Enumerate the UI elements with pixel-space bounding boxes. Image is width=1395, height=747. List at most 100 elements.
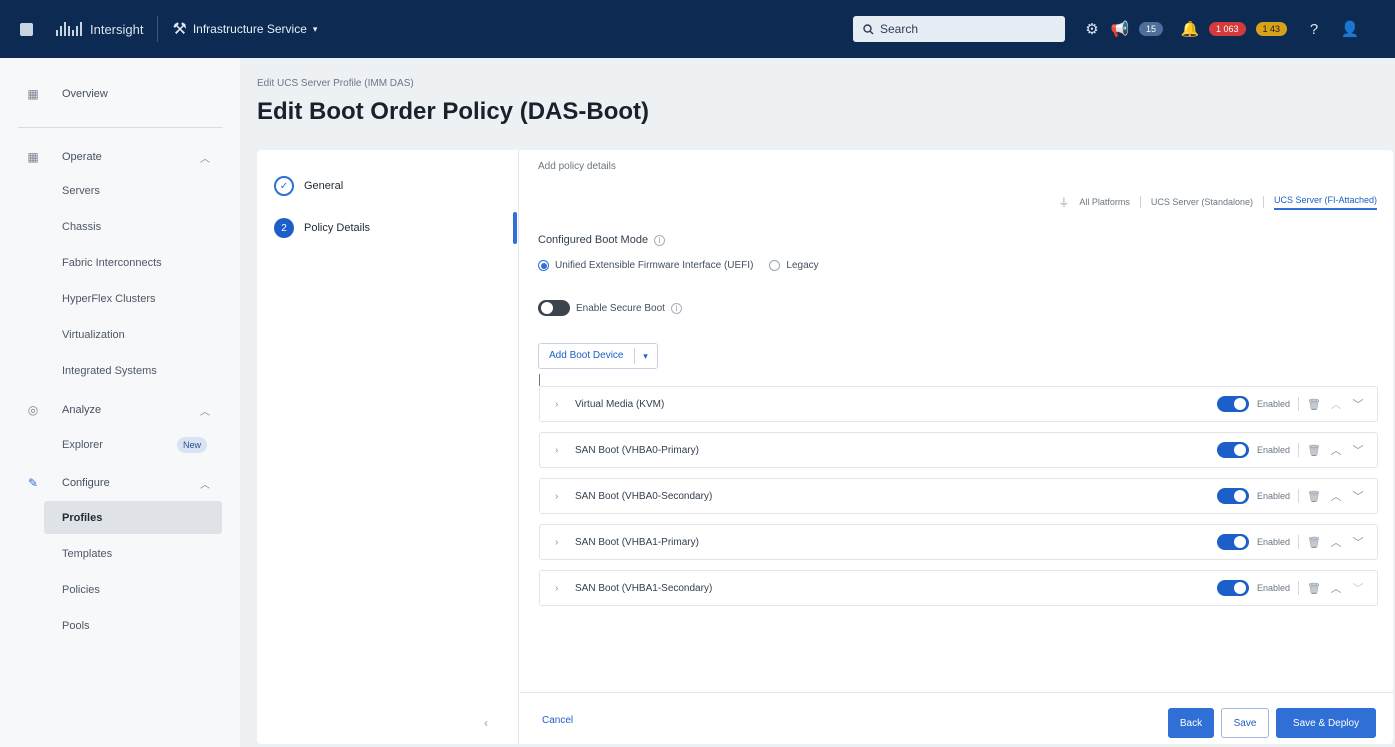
expand-icon[interactable]: ›: [555, 491, 565, 502]
trash-icon[interactable]: 🗑: [1307, 444, 1321, 457]
chevron-up-icon[interactable]: ︿: [1329, 580, 1343, 596]
sidebar-item-chassis[interactable]: Chassis: [62, 215, 101, 239]
boot-device-controls: Enabled 🗑 ︿ ﹀: [1216, 525, 1365, 559]
messages-count-badge[interactable]: 15: [1139, 22, 1164, 36]
chevron-up-icon[interactable]: ︿: [1329, 442, 1343, 458]
secure-boot-row: Enable Secure Boot i: [538, 300, 682, 316]
bell-icon[interactable]: 🔔: [1181, 20, 1200, 38]
chevron-left-icon[interactable]: ‹: [484, 716, 488, 730]
filter-ucs-standalone[interactable]: UCS Server (Standalone): [1151, 197, 1253, 207]
warning-alarm-badge[interactable]: 1 43: [1255, 22, 1288, 36]
legacy-label[interactable]: Legacy: [786, 260, 818, 271]
sidebar-item-configure[interactable]: ✎ Configure ︿: [0, 471, 240, 495]
trash-icon[interactable]: 🗑: [1307, 490, 1321, 503]
expand-icon[interactable]: ›: [555, 399, 565, 410]
add-boot-device-button[interactable]: Add Boot Device ▾: [538, 343, 658, 369]
uefi-label[interactable]: Unified Extensible Firmware Interface (U…: [555, 260, 753, 271]
trash-icon[interactable]: 🗑: [1307, 536, 1321, 549]
secure-boot-label: Enable Secure Boot: [576, 302, 665, 314]
sidebar-item-integrated-systems[interactable]: Integrated Systems: [62, 359, 157, 383]
chevron-down-icon[interactable]: ﹀: [1351, 442, 1365, 458]
enabled-label: Enabled: [1256, 399, 1290, 409]
user-icon[interactable]: 👤: [1341, 20, 1360, 38]
sidebar-item-hyperflex-clusters[interactable]: HyperFlex Clusters: [62, 287, 156, 311]
section-subtitle: Add policy details: [538, 161, 616, 172]
sidebar-item-label: Overview: [62, 88, 108, 100]
menu-button[interactable]: [0, 0, 52, 58]
sidebar-item-policies[interactable]: Policies: [62, 578, 100, 602]
legacy-radio[interactable]: [769, 260, 781, 271]
boot-device-row[interactable]: › SAN Boot (VHBA0-Primary) Enabled 🗑 ︿ ﹀: [539, 432, 1378, 468]
sidebar-item-analyze[interactable]: ◎ Analyze ︿: [0, 398, 240, 422]
search-placeholder: Search: [880, 22, 919, 36]
boot-device-name: Virtual Media (KVM): [575, 398, 665, 410]
enabled-toggle[interactable]: [1216, 442, 1249, 458]
search-input[interactable]: Search: [853, 16, 1065, 42]
sidebar-item-virtualization[interactable]: Virtualization: [62, 323, 125, 347]
overview-icon: ▦: [27, 87, 39, 101]
enabled-toggle[interactable]: [1216, 396, 1249, 412]
enabled-label: Enabled: [1256, 445, 1290, 455]
cancel-button[interactable]: Cancel: [542, 715, 573, 726]
sidebar-item-servers[interactable]: Servers: [62, 179, 100, 203]
breadcrumb[interactable]: Edit UCS Server Profile (IMM DAS): [257, 78, 414, 89]
sidebar-item-explorer[interactable]: Explorer: [62, 433, 103, 457]
step-policy-details[interactable]: 2 Policy Details: [274, 218, 370, 238]
sidebar-item-label: Analyze: [62, 404, 102, 416]
expand-icon[interactable]: ›: [555, 445, 565, 456]
boot-mode-label-row: Configured Boot Mode i: [538, 234, 666, 246]
step-general[interactable]: ✓ General: [274, 176, 343, 196]
brand-logo[interactable]: Intersight: [56, 22, 143, 37]
megaphone-icon[interactable]: 📢: [1111, 20, 1130, 38]
filter-ucs-fi-attached[interactable]: UCS Server (FI-Attached): [1273, 195, 1377, 210]
wizard-footer: Cancel Back Save Save & Deploy: [520, 692, 1393, 744]
help-icon[interactable]: ?: [1305, 20, 1323, 38]
brand-name: Intersight: [90, 21, 144, 37]
trash-icon[interactable]: 🗑: [1307, 582, 1321, 595]
chevron-up-icon[interactable]: ︿: [1329, 534, 1343, 550]
enabled-toggle[interactable]: [1216, 534, 1249, 550]
sidebar-item-operate[interactable]: ▦ Operate ︿: [0, 145, 240, 169]
chevron-down-icon[interactable]: ▾: [635, 351, 657, 362]
trash-icon[interactable]: 🗑: [1307, 398, 1321, 411]
sidebar-item-templates[interactable]: Templates: [62, 542, 112, 566]
wizard-steps: ✓ General 2 Policy Details: [257, 150, 519, 744]
text-cursor: [539, 374, 540, 386]
save-button[interactable]: Save: [1221, 708, 1269, 738]
control-separator: [1298, 581, 1299, 595]
expand-icon[interactable]: ›: [555, 583, 565, 594]
sidebar-item-profiles[interactable]: Profiles: [62, 506, 102, 530]
boot-device-row[interactable]: › Virtual Media (KVM) Enabled 🗑 ︿ ﹀: [539, 386, 1378, 422]
filter-all-platforms[interactable]: All Platforms: [1079, 197, 1130, 207]
sidebar-item-fabric-interconnects[interactable]: Fabric Interconnects: [62, 251, 162, 275]
chevron-down-icon[interactable]: ﹀: [1351, 488, 1365, 504]
control-separator: [1298, 489, 1299, 503]
boot-device-row[interactable]: › SAN Boot (VHBA1-Primary) Enabled 🗑 ︿ ﹀: [539, 524, 1378, 560]
enabled-toggle[interactable]: [1216, 580, 1249, 596]
chevron-up-icon[interactable]: ︿: [1329, 488, 1343, 504]
chevron-down-icon: ▾: [312, 23, 318, 34]
sidebar-item-overview[interactable]: ▦ Overview: [0, 82, 240, 106]
boot-device-row[interactable]: › SAN Boot (VHBA1-Secondary) Enabled 🗑 ︿…: [539, 570, 1378, 606]
chevron-up-icon[interactable]: ︿: [1329, 396, 1343, 412]
chevron-down-icon[interactable]: ﹀: [1351, 534, 1365, 550]
boot-device-name: SAN Boot (VHBA0-Secondary): [575, 490, 713, 502]
enabled-toggle[interactable]: [1216, 488, 1249, 504]
sidebar-item-pools[interactable]: Pools: [62, 614, 90, 638]
step-label: Policy Details: [304, 222, 371, 234]
gear-icon[interactable]: ⚙: [1083, 20, 1101, 38]
info-icon[interactable]: i: [670, 302, 682, 314]
save-and-deploy-button[interactable]: Save & Deploy: [1276, 708, 1376, 738]
chevron-down-icon[interactable]: ﹀: [1351, 580, 1365, 596]
critical-alarm-badge[interactable]: 1 063: [1209, 22, 1246, 36]
info-icon[interactable]: i: [654, 234, 666, 246]
uefi-radio[interactable]: [538, 260, 549, 271]
boot-device-row[interactable]: › SAN Boot (VHBA0-Secondary) Enabled 🗑 ︿…: [539, 478, 1378, 514]
back-button[interactable]: Back: [1168, 708, 1214, 738]
expand-icon[interactable]: ›: [555, 537, 565, 548]
boot-mode-radios: Unified Extensible Firmware Interface (U…: [538, 260, 819, 271]
service-selector[interactable]: ⚒ Infrastructure Service ▾: [172, 19, 317, 39]
chevron-down-icon[interactable]: ﹀: [1351, 396, 1365, 412]
boot-mode-label: Configured Boot Mode: [538, 234, 649, 246]
secure-boot-toggle[interactable]: [538, 300, 570, 316]
